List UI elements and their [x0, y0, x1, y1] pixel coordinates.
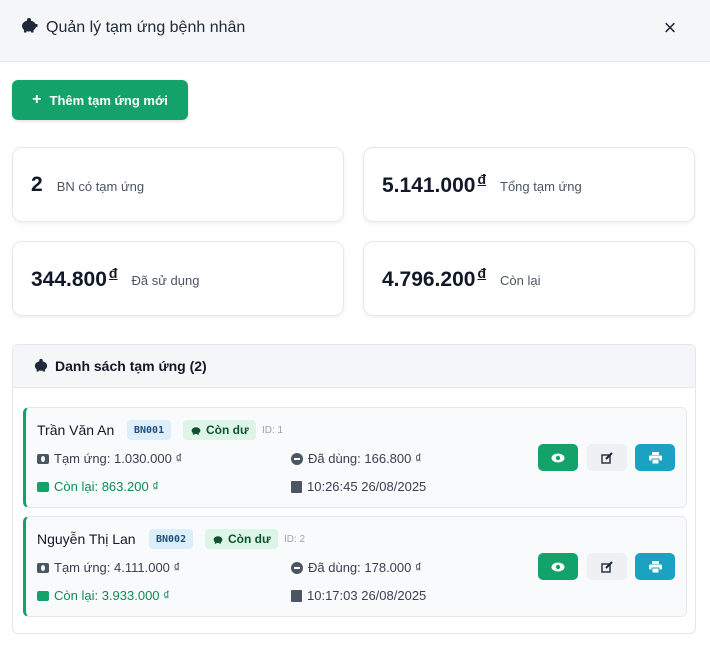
advance-amount: Tạm ứng: 4.111.000 ₫: [37, 560, 180, 575]
piggy-bank-icon: [20, 17, 38, 38]
piggy-bank-icon: [191, 427, 201, 435]
timestamp: 10:17:03 26/08/2025: [291, 588, 426, 603]
advance-amount: Tạm ứng: 1.030.000 ₫: [37, 451, 182, 466]
stat-value: 4.796.200 đ: [382, 265, 486, 291]
stat-label: Còn lại: [500, 273, 541, 288]
add-advance-button[interactable]: + Thêm tạm ứng mới: [12, 80, 188, 120]
status-badge: Còn dư: [183, 420, 256, 440]
advance-list-card: Danh sách tạm ứng (2) Trần Văn An BN001 …: [12, 344, 696, 634]
print-button[interactable]: [635, 553, 675, 580]
print-icon: [648, 560, 662, 573]
used-amount: Đã dùng: 178.000 ₫: [291, 560, 422, 575]
patient-code-badge: BN001: [127, 420, 172, 440]
calendar-icon: [291, 480, 302, 493]
wallet-icon: [37, 590, 49, 601]
piggy-bank-icon: [33, 358, 49, 375]
patient-name: Nguyễn Thị Lan: [37, 531, 136, 547]
view-button[interactable]: [538, 553, 578, 580]
currency-symbol: đ: [477, 171, 486, 187]
timestamp: 10:26:45 26/08/2025: [291, 479, 426, 494]
close-button[interactable]: ×: [656, 14, 684, 42]
stat-card-remaining: 4.796.200 đ Còn lại: [363, 241, 695, 316]
calendar-icon: [291, 589, 302, 602]
list-item: Trần Văn An BN001 Còn dư ID: 1 Tạm ứng: …: [23, 407, 687, 508]
eye-icon: [551, 562, 565, 571]
edit-icon: [601, 451, 613, 464]
print-icon: [648, 451, 662, 464]
eye-icon: [551, 453, 565, 462]
record-id: ID: 2: [284, 534, 306, 545]
add-advance-label: Thêm tạm ứng mới: [49, 92, 168, 108]
used-amount: Đã dùng: 166.800 ₫: [291, 451, 422, 466]
wallet-icon: [37, 481, 49, 492]
edit-button[interactable]: [587, 444, 627, 471]
view-button[interactable]: [538, 444, 578, 471]
patient-code-badge: BN002: [149, 529, 194, 549]
minus-circle-icon: [291, 561, 303, 574]
stat-card-used: 344.800 đ Đã sử dụng: [12, 241, 344, 316]
stat-label: Đã sử dụng: [131, 273, 200, 288]
minus-circle-icon: [291, 452, 303, 465]
record-id: ID: 1: [262, 425, 284, 436]
stat-card-total: 5.141.000 đ Tổng tạm ứng: [363, 147, 695, 222]
money-bill-icon: [37, 562, 49, 573]
piggy-bank-icon: [213, 536, 223, 544]
stat-value: 344.800 đ: [31, 265, 118, 291]
stat-value: 5.141.000 đ: [382, 171, 486, 197]
patient-name: Trần Văn An: [37, 422, 115, 438]
list-header: Danh sách tạm ứng (2): [13, 345, 695, 388]
list-item: Nguyễn Thị Lan BN002 Còn dư ID: 2 Tạm ứn…: [23, 516, 687, 617]
page-title: Quản lý tạm ứng bệnh nhân: [46, 18, 246, 36]
edit-icon: [601, 560, 613, 573]
stat-label: Tổng tạm ứng: [500, 179, 582, 194]
stat-card-patients: 2 BN có tạm ứng: [12, 147, 344, 222]
plus-icon: +: [32, 91, 42, 108]
status-badge: Còn dư: [205, 529, 278, 549]
currency-symbol: đ: [108, 265, 118, 281]
modal-header: Quản lý tạm ứng bệnh nhân ×: [0, 0, 710, 62]
title-wrap: Quản lý tạm ứng bệnh nhân: [20, 17, 245, 38]
stat-value: 2: [31, 172, 43, 196]
remaining-amount: Còn lại: 863.200 ₫: [37, 479, 159, 494]
edit-button[interactable]: [587, 553, 627, 580]
money-bill-icon: [37, 453, 49, 464]
list-title: Danh sách tạm ứng (2): [55, 358, 207, 374]
remaining-amount: Còn lại: 3.933.000 ₫: [37, 588, 170, 603]
stat-label: BN có tạm ứng: [56, 179, 145, 194]
currency-symbol: đ: [477, 265, 486, 281]
print-button[interactable]: [635, 444, 675, 471]
